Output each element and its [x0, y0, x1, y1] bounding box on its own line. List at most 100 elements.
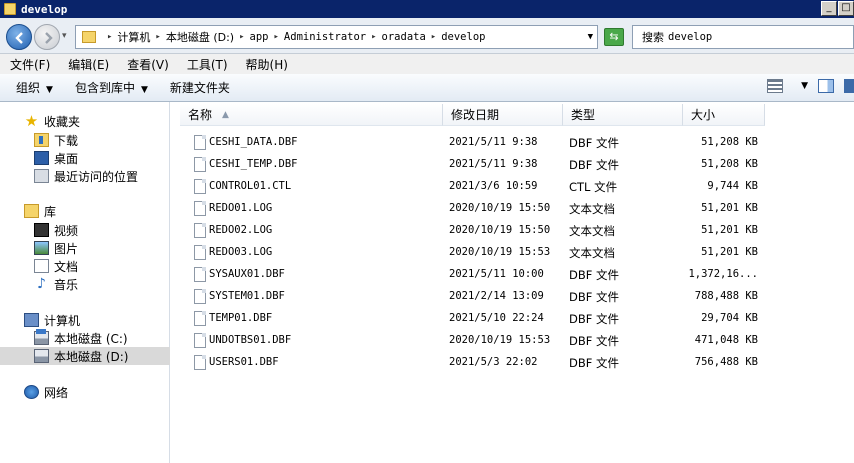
file-name: REDO01.LOG: [209, 202, 273, 214]
file-name: USERS01.DBF: [209, 356, 279, 368]
minimize-button[interactable]: _: [821, 1, 837, 16]
nav-pictures[interactable]: 图片: [0, 239, 170, 257]
column-size-label: 大小: [691, 108, 716, 122]
library-icon: [24, 204, 39, 218]
video-library-icon: [34, 223, 49, 237]
file-row[interactable]: CESHI_DATA.DBF 2021/5/11 9:38 DBF 文件 51,208…: [172, 132, 854, 154]
file-name: TEMP01.DBF: [209, 312, 273, 324]
file-modified-date: 2021/2/14 13:09: [449, 290, 544, 302]
star-icon: ★: [24, 112, 39, 130]
file-row[interactable]: UNDOTBS01.DBF 2020/10/19 15:53 DBF 文件 471,0…: [172, 330, 854, 352]
maximize-button[interactable]: □: [838, 1, 854, 16]
file-row[interactable]: REDO02.LOG 2020/10/19 15:50 文本文档 51,201 KB: [172, 220, 854, 242]
chevron-right-icon[interactable]: ▸: [155, 32, 160, 42]
file-name: SYSTEM01.DBF: [209, 290, 285, 302]
chevron-right-icon[interactable]: ▸: [371, 32, 376, 42]
file-size: 29,704 KB: [701, 312, 758, 324]
nav-videos[interactable]: 视频: [0, 221, 170, 239]
file-row[interactable]: SYSAUX01.DBF 2021/5/11 10:00 DBF 文件 1,372,1…: [172, 264, 854, 286]
column-header-size[interactable]: 大小: [683, 104, 765, 126]
file-row[interactable]: REDO01.LOG 2020/10/19 15:50 文本文档 51,201 KB: [172, 198, 854, 220]
menu-tools[interactable]: 工具(T): [187, 56, 228, 73]
chevron-down-icon[interactable]: ▼: [588, 32, 593, 42]
nav-recent-places[interactable]: 最近访问的位置: [0, 167, 170, 185]
recent-pages-dropdown[interactable]: ▾: [62, 31, 67, 41]
arrow-left-icon: [15, 32, 23, 44]
column-header-date[interactable]: 修改日期: [443, 104, 563, 126]
column-header-type[interactable]: 类型: [563, 104, 683, 126]
chevron-right-icon[interactable]: ▸: [239, 32, 244, 42]
file-modified-date: 2020/10/19 15:53: [449, 246, 551, 258]
nav-favorites-label: 收藏夹: [44, 114, 81, 129]
help-icon[interactable]: [844, 79, 854, 93]
refresh-button[interactable]: ⇆: [604, 28, 624, 46]
file-type: CTL 文件: [569, 180, 618, 194]
nav-documents[interactable]: 文档: [0, 257, 170, 275]
file-name: REDO03.LOG: [209, 246, 273, 258]
file-row[interactable]: REDO03.LOG 2020/10/19 15:53 文本文档 51,201 KB: [172, 242, 854, 264]
file-row[interactable]: CESHI_TEMP.DBF 2021/5/11 9:38 DBF 文件 51,208…: [172, 154, 854, 176]
file-icon: [194, 179, 206, 194]
file-type: DBF 文件: [569, 158, 620, 172]
nav-favorites[interactable]: ★ 收藏夹: [0, 112, 170, 130]
column-date-label: 修改日期: [451, 108, 500, 122]
breadcrumb-computer[interactable]: 计算机: [117, 29, 150, 45]
column-header-name[interactable]: 名称 ▲: [180, 104, 443, 126]
file-row[interactable]: USERS01.DBF 2021/5/3 22:02 DBF 文件 756,488 K…: [172, 352, 854, 374]
menu-edit[interactable]: 编辑(E): [68, 56, 109, 73]
include-label: 包含到库中: [74, 81, 135, 95]
file-type: 文本文档: [569, 224, 615, 238]
menu-file[interactable]: 文件(F): [10, 56, 50, 73]
search-scope: develop: [668, 31, 713, 43]
breadcrumb-app[interactable]: app: [250, 31, 269, 43]
file-modified-date: 2021/3/6 10:59: [449, 180, 538, 192]
file-type: DBF 文件: [569, 312, 620, 326]
new-folder-button[interactable]: 新建文件夹: [170, 79, 230, 96]
address-bar[interactable]: ▸ 计算机 ▸ 本地磁盘 (D:) ▸ app ▸ Administrator …: [75, 25, 598, 49]
forward-button[interactable]: [34, 24, 60, 50]
chevron-right-icon[interactable]: ▸: [431, 32, 436, 42]
breadcrumb-oradata[interactable]: oradata: [382, 31, 426, 43]
breadcrumb-drive-d[interactable]: 本地磁盘 (D:): [166, 29, 234, 45]
nav-drive-c[interactable]: 本地磁盘 (C:): [0, 329, 170, 347]
nav-downloads[interactable]: 下载: [0, 131, 170, 149]
file-size: 471,048 KB: [694, 334, 758, 346]
chevron-right-icon[interactable]: ▸: [274, 32, 279, 42]
file-name: UNDOTBS01.DBF: [209, 334, 292, 346]
network-icon: [24, 385, 39, 399]
back-button[interactable]: [6, 24, 32, 50]
organize-button[interactable]: 组织 ▼: [16, 79, 53, 96]
nav-drive-d-label: 本地磁盘 (D:): [54, 349, 129, 364]
file-icon: [194, 355, 206, 370]
nav-downloads-label: 下载: [54, 133, 79, 148]
chevron-down-icon[interactable]: ▼: [801, 81, 808, 91]
file-size: 51,201 KB: [701, 202, 758, 214]
nav-drive-c-label: 本地磁盘 (C:): [54, 331, 128, 346]
nav-desktop[interactable]: 桌面: [0, 149, 170, 167]
file-icon: [194, 333, 206, 348]
file-row[interactable]: SYSTEM01.DBF 2021/2/14 13:09 DBF 文件 788,488…: [172, 286, 854, 308]
nav-libraries[interactable]: 库: [0, 202, 170, 220]
nav-network[interactable]: 网络: [0, 383, 170, 401]
nav-drive-d[interactable]: 本地磁盘 (D:): [0, 347, 170, 365]
nav-computer[interactable]: 计算机: [0, 311, 170, 329]
file-list: 名称 ▲ 修改日期 类型 大小 CESHI_DATA.DBF 2021/5/11 …: [172, 102, 854, 463]
file-type: 文本文档: [569, 202, 615, 216]
search-input[interactable]: 搜索 develop: [632, 25, 854, 49]
file-name: REDO02.LOG: [209, 224, 273, 236]
breadcrumb-develop[interactable]: develop: [441, 31, 485, 43]
menu-help[interactable]: 帮助(H): [246, 56, 288, 73]
nav-recent-label: 最近访问的位置: [54, 169, 139, 184]
chevron-right-icon[interactable]: ▸: [107, 32, 112, 42]
menu-view[interactable]: 查看(V): [127, 56, 169, 73]
view-details-icon[interactable]: [767, 79, 784, 93]
nav-music[interactable]: ♪ 音乐: [0, 275, 170, 293]
breadcrumb-administrator[interactable]: Administrator: [284, 31, 366, 43]
window-controls: _ □: [820, 1, 854, 16]
file-name: CONTROL01.CTL: [209, 180, 292, 192]
file-row[interactable]: CONTROL01.CTL 2021/3/6 10:59 CTL 文件 9,744 K…: [172, 176, 854, 198]
file-icon: [194, 311, 206, 326]
preview-pane-icon[interactable]: [818, 79, 834, 93]
include-in-library-button[interactable]: 包含到库中 ▼: [75, 79, 148, 96]
file-row[interactable]: TEMP01.DBF 2021/5/10 22:24 DBF 文件 29,704 KB: [172, 308, 854, 330]
